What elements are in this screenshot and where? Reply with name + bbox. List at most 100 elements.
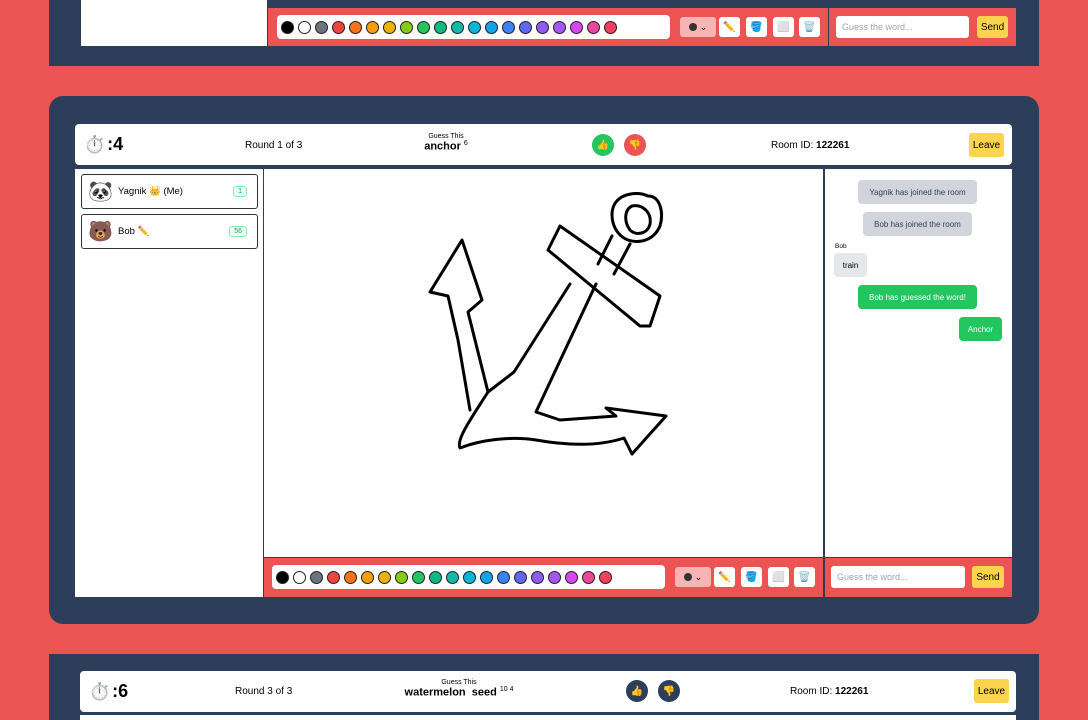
player-card: 🐼 Yagnik 👑 (Me) 1: [81, 174, 258, 209]
color-swatch[interactable]: [276, 570, 289, 584]
color-swatch[interactable]: [451, 20, 464, 34]
send-button[interactable]: Send: [972, 566, 1004, 588]
bottom-game-header: [80, 671, 1016, 712]
color-swatch[interactable]: [514, 570, 527, 584]
color-swatch[interactable]: [361, 570, 374, 584]
game-header: [75, 124, 1012, 165]
color-swatch[interactable]: [446, 570, 459, 584]
top-pencil-icon[interactable]: ✏️: [719, 17, 740, 37]
top-brush-size-select[interactable]: ⌄: [680, 17, 716, 37]
bottom-round-indicator: Round 3 of 3: [235, 686, 293, 697]
bottom-room-id-value: 122261: [835, 686, 869, 697]
color-swatch[interactable]: [395, 570, 408, 584]
own-chat-message: Anchor: [959, 317, 1002, 341]
drawing-canvas[interactable]: [264, 169, 823, 557]
top-send-button[interactable]: Send: [977, 16, 1008, 38]
color-swatch[interactable]: [497, 570, 510, 584]
top-bucket-icon[interactable]: 🪣: [746, 17, 767, 37]
color-swatch[interactable]: [531, 570, 544, 584]
chat-sender: Bob: [835, 243, 847, 250]
color-swatch[interactable]: [327, 570, 340, 584]
bottom-content-strip: [80, 715, 1016, 720]
color-swatch[interactable]: [378, 570, 391, 584]
color-swatch[interactable]: [417, 20, 430, 34]
color-swatch[interactable]: [570, 20, 583, 34]
thumbs-up-icon[interactable]: 👍: [592, 134, 614, 156]
color-swatch[interactable]: [502, 20, 515, 34]
current-word: anchor: [424, 140, 461, 153]
stopwatch-icon: ⏱️: [89, 681, 111, 701]
player-name: Bob ✏️: [118, 226, 150, 237]
color-swatch[interactable]: [298, 20, 311, 34]
room-id-value: 122261: [816, 140, 850, 151]
color-swatch[interactable]: [366, 20, 379, 34]
guess-input[interactable]: Guess the word...: [831, 566, 965, 588]
stopwatch-icon: ⏱️: [84, 134, 106, 154]
thumbs-down-icon[interactable]: 👎: [624, 134, 646, 156]
color-swatch[interactable]: [434, 20, 447, 34]
color-swatch[interactable]: [332, 20, 345, 34]
player-score: 1: [233, 186, 247, 197]
anchor-drawing: [428, 192, 668, 456]
panda-avatar-icon: 🐼: [88, 181, 113, 203]
pencil-icon[interactable]: ✏️: [714, 567, 735, 587]
bottom-guess-label: Guess This: [441, 679, 477, 686]
color-swatch[interactable]: [604, 20, 617, 34]
guess-label: Guess This: [428, 133, 464, 140]
bottom-thumbs-up-icon[interactable]: 👍: [626, 680, 648, 702]
room-label: Room ID:: [771, 140, 814, 151]
bottom-room-label: Room ID:: [790, 686, 833, 697]
brush-size-select[interactable]: ⌄: [675, 567, 711, 587]
color-swatch[interactable]: [344, 570, 357, 584]
room-id: Room ID: 122261: [771, 140, 849, 151]
color-swatch[interactable]: [553, 20, 566, 34]
player-name: Yagnik 👑 (Me): [118, 186, 183, 197]
round-indicator: Round 1 of 3: [245, 140, 303, 151]
bottom-leave-button[interactable]: Leave: [974, 679, 1009, 703]
guess-word: Guess This anchor 6: [420, 133, 472, 153]
leave-button[interactable]: Leave: [969, 133, 1004, 157]
bottom-current-word: watermelon seed: [404, 686, 497, 699]
color-swatch[interactable]: [383, 20, 396, 34]
color-swatch[interactable]: [548, 570, 561, 584]
color-swatch[interactable]: [293, 570, 306, 584]
color-swatch[interactable]: [519, 20, 532, 34]
color-swatch[interactable]: [281, 20, 294, 34]
timer-value: :4: [107, 134, 124, 154]
timer: ⏱️ :4: [84, 134, 123, 155]
eraser-icon[interactable]: ⬜: [768, 567, 789, 587]
top-players-panel: [81, 0, 267, 46]
color-swatch[interactable]: [485, 20, 498, 34]
bottom-thumbs-down-icon[interactable]: 👎: [658, 680, 680, 702]
chat-message: train: [834, 253, 867, 277]
bottom-timer-value: :6: [112, 681, 129, 701]
color-swatch[interactable]: [599, 570, 612, 584]
system-message: Yagnik has joined the room: [858, 180, 977, 204]
color-swatch[interactable]: [315, 20, 328, 34]
color-swatch[interactable]: [412, 570, 425, 584]
color-swatch[interactable]: [587, 20, 600, 34]
trash-icon[interactable]: 🗑️: [794, 567, 815, 587]
color-swatch[interactable]: [480, 570, 493, 584]
player-card: 🐻 Bob ✏️ 56: [81, 214, 258, 249]
color-swatch[interactable]: [400, 20, 413, 34]
color-swatch[interactable]: [349, 20, 362, 34]
bear-avatar-icon: 🐻: [88, 221, 113, 243]
top-color-palette: [277, 15, 670, 39]
color-swatch[interactable]: [536, 20, 549, 34]
bottom-guess-word: Guess This watermelon seed 10 4: [396, 679, 522, 699]
bottom-word-length: 10 4: [499, 686, 514, 693]
color-swatch[interactable]: [429, 570, 442, 584]
guessed-message: Bob has guessed the word!: [858, 285, 977, 309]
top-trash-icon[interactable]: 🗑️: [799, 17, 820, 37]
color-swatch[interactable]: [582, 570, 595, 584]
color-swatch[interactable]: [310, 570, 323, 584]
system-message: Bob has joined the room: [863, 212, 972, 236]
top-eraser-icon[interactable]: ⬜: [773, 17, 794, 37]
bucket-icon[interactable]: 🪣: [741, 567, 762, 587]
color-swatch[interactable]: [565, 570, 578, 584]
color-swatch[interactable]: [468, 20, 481, 34]
color-palette: [272, 565, 665, 589]
color-swatch[interactable]: [463, 570, 476, 584]
top-guess-input[interactable]: Guess the word...: [836, 16, 969, 38]
